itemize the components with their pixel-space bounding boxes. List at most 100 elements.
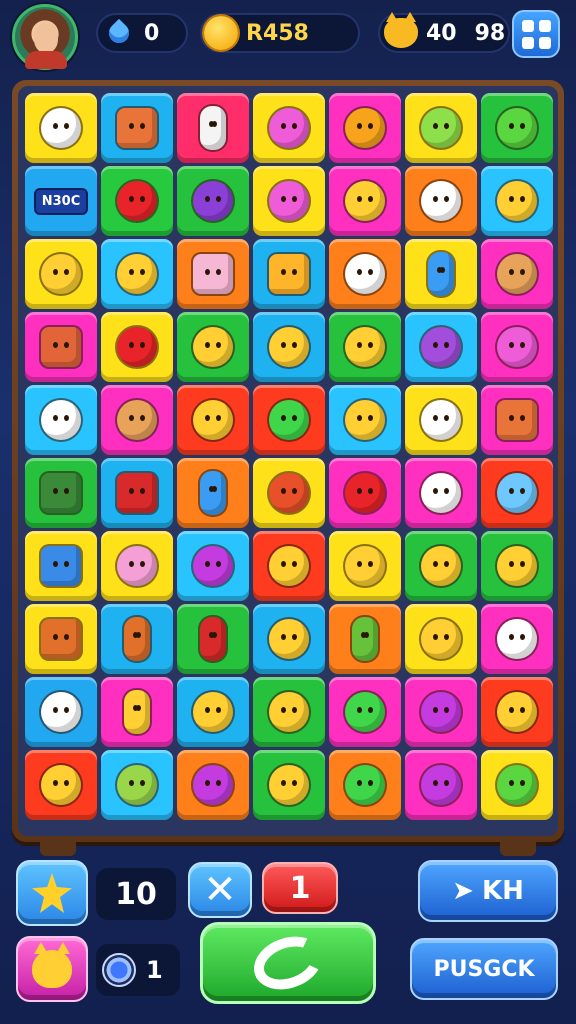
board-tile[interactable] bbox=[177, 458, 249, 528]
pusgck-button[interactable]: PUSGCK bbox=[410, 938, 558, 1000]
player-avatar[interactable] bbox=[12, 4, 78, 70]
board-tile[interactable] bbox=[25, 385, 97, 455]
board-tile[interactable] bbox=[25, 750, 97, 820]
board-tile[interactable] bbox=[481, 604, 553, 674]
board-tile[interactable] bbox=[101, 385, 173, 455]
tile-critter-icon bbox=[497, 765, 537, 805]
board-tile[interactable] bbox=[253, 166, 325, 236]
board-tile[interactable] bbox=[329, 750, 401, 820]
board-tile[interactable] bbox=[329, 531, 401, 601]
board-tile[interactable] bbox=[101, 677, 173, 747]
board-tile[interactable] bbox=[253, 385, 325, 455]
tile-critter-icon bbox=[269, 254, 309, 294]
board-tile[interactable] bbox=[329, 93, 401, 163]
board-tile[interactable] bbox=[481, 750, 553, 820]
board-tile[interactable] bbox=[329, 604, 401, 674]
fox-booster-button[interactable] bbox=[16, 936, 88, 1002]
kh-button[interactable]: ➤ KH bbox=[418, 860, 558, 922]
coin-icon bbox=[204, 16, 238, 50]
board-tile[interactable] bbox=[405, 166, 477, 236]
tile-critter-icon bbox=[193, 692, 233, 732]
board-tile[interactable] bbox=[177, 604, 249, 674]
board-tile[interactable] bbox=[177, 239, 249, 309]
board-tile[interactable] bbox=[25, 458, 97, 528]
board-tile[interactable] bbox=[177, 312, 249, 382]
tile-critter-icon bbox=[41, 254, 81, 294]
board-tile[interactable] bbox=[329, 458, 401, 528]
board-tile[interactable]: N30C bbox=[25, 166, 97, 236]
board-tile[interactable] bbox=[25, 312, 97, 382]
board-tile[interactable] bbox=[405, 458, 477, 528]
score-counter[interactable]: 40 98 bbox=[378, 12, 510, 53]
board-tile[interactable] bbox=[253, 312, 325, 382]
board-tile[interactable] bbox=[253, 604, 325, 674]
board-tile[interactable] bbox=[177, 385, 249, 455]
board-tile[interactable] bbox=[405, 531, 477, 601]
board-tile[interactable] bbox=[329, 239, 401, 309]
tile-critter-icon bbox=[497, 400, 537, 440]
board-tile[interactable] bbox=[329, 166, 401, 236]
tile-critter-icon bbox=[193, 327, 233, 367]
board-tile[interactable] bbox=[177, 677, 249, 747]
tile-critter-icon bbox=[269, 619, 309, 659]
tile-critter-icon bbox=[41, 692, 81, 732]
tile-critter-icon bbox=[193, 254, 233, 294]
board-tile[interactable] bbox=[481, 531, 553, 601]
board-tile[interactable] bbox=[481, 677, 553, 747]
board-tile[interactable] bbox=[481, 312, 553, 382]
board-tile[interactable] bbox=[253, 239, 325, 309]
board-tile[interactable] bbox=[25, 677, 97, 747]
board-tile[interactable] bbox=[101, 604, 173, 674]
board-tile[interactable] bbox=[253, 750, 325, 820]
board-tile[interactable] bbox=[405, 385, 477, 455]
board-tile[interactable] bbox=[405, 604, 477, 674]
board-tile[interactable] bbox=[177, 93, 249, 163]
board-tile[interactable] bbox=[25, 93, 97, 163]
board-tile[interactable] bbox=[253, 93, 325, 163]
tile-critter-icon bbox=[421, 619, 461, 659]
board-tile[interactable] bbox=[25, 604, 97, 674]
board-tile[interactable] bbox=[405, 750, 477, 820]
board-tile[interactable] bbox=[101, 312, 173, 382]
board-tile[interactable] bbox=[481, 93, 553, 163]
board-tile[interactable] bbox=[101, 93, 173, 163]
red-counter-button[interactable]: 1 bbox=[262, 862, 338, 914]
board-tile[interactable] bbox=[405, 677, 477, 747]
board-tile[interactable] bbox=[253, 531, 325, 601]
board-tile[interactable] bbox=[481, 166, 553, 236]
board-tile[interactable] bbox=[101, 531, 173, 601]
board-tile[interactable] bbox=[177, 166, 249, 236]
board-tile[interactable] bbox=[25, 239, 97, 309]
board-tile[interactable] bbox=[405, 239, 477, 309]
board-tile[interactable] bbox=[405, 93, 477, 163]
board-tile[interactable] bbox=[253, 677, 325, 747]
menu-grid-button[interactable] bbox=[512, 10, 560, 58]
board-tile[interactable] bbox=[329, 385, 401, 455]
drop-counter[interactable]: 0 bbox=[96, 13, 188, 53]
board-tile[interactable] bbox=[101, 458, 173, 528]
board-tile[interactable] bbox=[101, 166, 173, 236]
tile-critter-icon bbox=[41, 400, 81, 440]
board-tile[interactable] bbox=[405, 312, 477, 382]
play-button[interactable] bbox=[200, 922, 376, 1004]
board-tile[interactable] bbox=[481, 239, 553, 309]
tile-critter-icon bbox=[117, 400, 157, 440]
board-tile[interactable] bbox=[329, 312, 401, 382]
coin-counter[interactable]: R458 bbox=[200, 13, 360, 53]
board-tile[interactable] bbox=[481, 458, 553, 528]
star-booster-button[interactable] bbox=[16, 860, 88, 926]
tile-critter-icon bbox=[269, 181, 309, 221]
board-tile[interactable] bbox=[253, 458, 325, 528]
tile-critter-icon bbox=[193, 400, 233, 440]
board-tile[interactable] bbox=[101, 239, 173, 309]
score-b: 98 bbox=[474, 20, 506, 46]
board-tile[interactable] bbox=[25, 531, 97, 601]
shuffle-button[interactable]: ✕ bbox=[188, 862, 252, 918]
board-tile[interactable] bbox=[329, 677, 401, 747]
board-tile[interactable] bbox=[177, 531, 249, 601]
board-tile[interactable] bbox=[177, 750, 249, 820]
board-tile[interactable] bbox=[481, 385, 553, 455]
board-tile[interactable] bbox=[101, 750, 173, 820]
tile-critter-icon bbox=[41, 108, 81, 148]
tile-critter-icon bbox=[193, 546, 233, 586]
